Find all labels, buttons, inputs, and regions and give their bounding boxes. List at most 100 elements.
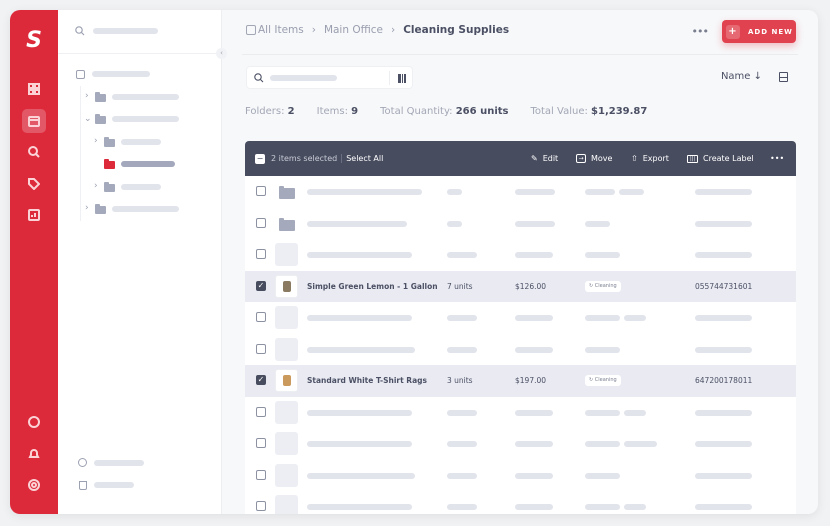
loading-placeholder xyxy=(585,315,620,321)
export-icon: ⇧ xyxy=(631,154,638,163)
table-row-item[interactable]: ✓ Standard White T-Shirt Rags 3 units $1… xyxy=(245,365,796,397)
table-row-loading[interactable] xyxy=(245,428,796,460)
plus-icon: + xyxy=(726,24,740,39)
row-checkbox[interactable] xyxy=(256,406,266,417)
add-new-label: ADD NEW xyxy=(748,27,793,36)
divider xyxy=(58,53,221,54)
more-actions-icon[interactable]: ••• xyxy=(770,141,784,176)
sort-dropdown[interactable]: Name ↓ xyxy=(721,71,762,82)
history-icon[interactable] xyxy=(78,458,87,467)
folder-tree-panel: ‹ › ⌄ › › › xyxy=(58,10,227,514)
help-icon[interactable] xyxy=(22,410,46,434)
row-checkbox[interactable] xyxy=(256,343,266,354)
row-checkbox[interactable] xyxy=(256,501,266,511)
tree-root[interactable] xyxy=(92,71,150,77)
table-row-loading[interactable] xyxy=(245,334,796,366)
loading-placeholder xyxy=(585,409,620,416)
table-row-loading[interactable] xyxy=(245,239,796,271)
chevron-right-icon[interactable]: › xyxy=(85,91,89,101)
chevron-down-icon[interactable]: ⌄ xyxy=(84,114,92,124)
loading-placeholder xyxy=(307,220,407,227)
loading-placeholder xyxy=(447,441,477,447)
item-thumbnail xyxy=(275,369,298,392)
loading-placeholder xyxy=(307,346,415,353)
row-checkbox[interactable] xyxy=(256,438,266,448)
loading-placeholder xyxy=(447,409,477,416)
loading-placeholder xyxy=(447,189,462,195)
bell-icon[interactable] xyxy=(22,442,46,466)
item-search-input[interactable] xyxy=(246,66,413,89)
deselect-checkbox[interactable]: − xyxy=(255,153,265,164)
all-items-icon xyxy=(76,70,85,79)
settings-icon[interactable] xyxy=(22,473,46,497)
barcode-scan-icon[interactable] xyxy=(398,74,406,83)
loading-placeholder xyxy=(695,189,752,195)
tree-folder[interactable] xyxy=(112,206,179,212)
stat-items: Items: 9 xyxy=(316,106,359,117)
row-checkbox[interactable]: ✓ xyxy=(256,280,266,291)
trash-link[interactable] xyxy=(94,482,134,488)
app-window: S ‹ › ⌄ › › › All Items › Main Office › Cl… xyxy=(10,10,818,514)
item-thumbnail xyxy=(275,306,298,329)
loading-placeholder xyxy=(585,346,620,353)
selected-count: 2 items selected xyxy=(271,154,338,163)
row-checkbox[interactable] xyxy=(256,312,266,322)
breadcrumb-all-items[interactable]: All Items xyxy=(258,24,304,36)
row-checkbox[interactable]: ✓ xyxy=(256,375,266,385)
item-thumbnail xyxy=(275,243,298,266)
stat-folders: Folders: 2 xyxy=(245,106,295,117)
table-row-folder[interactable] xyxy=(245,176,796,208)
loading-placeholder xyxy=(307,441,412,447)
loading-placeholder xyxy=(695,472,752,479)
edit-button[interactable]: ✎ Edit xyxy=(531,141,558,176)
tree-folder-active[interactable] xyxy=(121,161,175,167)
reports-icon[interactable] xyxy=(22,203,46,227)
tree-folder[interactable] xyxy=(121,184,161,190)
tags-icon[interactable] xyxy=(22,172,46,196)
item-quantity: 3 units xyxy=(447,376,473,385)
row-checkbox[interactable] xyxy=(256,217,266,228)
chevron-right-icon[interactable]: › xyxy=(85,203,89,213)
search-icon xyxy=(75,26,85,36)
chevron-right-icon[interactable]: › xyxy=(94,181,98,191)
chevron-right-icon[interactable]: › xyxy=(94,136,98,146)
folder-icon xyxy=(246,25,256,35)
table-row-folder[interactable] xyxy=(245,208,796,240)
row-checkbox[interactable] xyxy=(256,186,266,196)
tree-search-input[interactable] xyxy=(93,28,158,34)
more-options-icon[interactable]: ••• xyxy=(692,25,709,38)
trash-icon[interactable] xyxy=(79,481,87,490)
table-row-loading[interactable] xyxy=(245,460,796,492)
create-label-button[interactable]: ||| Create Label xyxy=(687,141,754,176)
loading-placeholder xyxy=(515,189,555,195)
dashboard-icon[interactable] xyxy=(22,77,46,101)
tree-folder[interactable] xyxy=(112,94,179,100)
export-button[interactable]: ⇧ Export xyxy=(631,141,669,176)
item-name[interactable]: Simple Green Lemon - 1 Gallon xyxy=(307,282,438,291)
loading-placeholder xyxy=(695,252,752,258)
tree-folder[interactable] xyxy=(112,116,179,122)
item-thumbnail xyxy=(275,274,298,298)
search-icon[interactable] xyxy=(22,140,46,164)
item-name[interactable]: Standard White T-Shirt Rags xyxy=(307,376,427,385)
item-tag: ↻ Cleaning xyxy=(585,375,621,386)
view-toggle-icon[interactable] xyxy=(779,72,788,82)
row-checkbox[interactable] xyxy=(256,469,266,480)
folder-icon xyxy=(104,182,115,192)
table-row-loading[interactable] xyxy=(245,302,796,334)
items-icon[interactable] xyxy=(22,109,46,133)
table-row-item[interactable]: ✓ Simple Green Lemon - 1 Gallon 7 units … xyxy=(245,270,796,302)
move-button[interactable]: → Move xyxy=(576,141,612,176)
select-all-button[interactable]: Select All xyxy=(341,154,383,163)
tree-folder[interactable] xyxy=(121,139,161,145)
loading-placeholder xyxy=(447,315,477,321)
loading-placeholder xyxy=(515,220,555,227)
row-checkbox[interactable] xyxy=(256,249,266,259)
loading-placeholder xyxy=(695,504,752,510)
breadcrumb-main-office[interactable]: Main Office xyxy=(324,24,383,36)
folder-icon xyxy=(104,137,115,147)
add-new-button[interactable]: + ADD NEW xyxy=(722,20,796,43)
history-link[interactable] xyxy=(94,460,144,466)
table-row-loading[interactable] xyxy=(245,397,796,429)
table-row-loading[interactable] xyxy=(245,491,796,514)
